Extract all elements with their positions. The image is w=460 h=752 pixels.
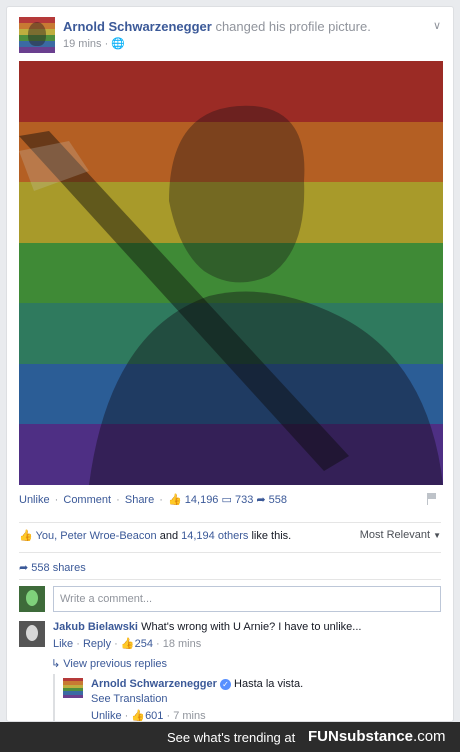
reply-arrow-icon: ↳ [51, 658, 61, 670]
comment-time[interactable]: 18 mins [163, 638, 202, 650]
comment-count: 733 [234, 494, 254, 506]
thumbs-up-icon: 👍 [120, 638, 135, 650]
shares-summary[interactable]: ➦ 558 shares [19, 552, 441, 576]
post-time[interactable]: 19 mins [63, 38, 102, 50]
comment-text: What's wrong with U Arnie? I have to unl… [141, 621, 362, 633]
view-previous-label: View previous replies [63, 658, 168, 670]
reply-time[interactable]: 7 mins [173, 710, 205, 722]
likes-and-text: and [159, 530, 179, 542]
post-headline: Arnold Schwarzenegger changed his profil… [63, 19, 371, 34]
likes-summary: 👍 You, Peter Wroe-Beacon and 14,194 othe… [19, 522, 441, 544]
share-link[interactable]: Share [125, 494, 154, 506]
comment-like-link[interactable]: Like [53, 638, 73, 650]
reply-author[interactable]: Arnold Schwarzenegger [91, 678, 217, 690]
write-comment-row [19, 579, 441, 612]
sort-label: Most Relevant [359, 529, 431, 541]
photo-silhouette [19, 105, 443, 485]
sort-dropdown[interactable]: Most Relevant ▼ [360, 529, 441, 541]
reply-item: Arnold Schwarzenegger ✓ Hasta la vista. … [53, 674, 441, 724]
comment-link[interactable]: Comment [63, 494, 111, 506]
comment-author[interactable]: Jakub Bielawski [53, 621, 138, 633]
likes-friend-link[interactable]: Peter Wroe-Beacon [60, 530, 156, 542]
like-count: 14,196 [184, 494, 219, 506]
author-avatar[interactable] [19, 17, 55, 53]
reply-body: Arnold Schwarzenegger ✓ Hasta la vista. … [91, 678, 441, 722]
caret-down-icon: ▼ [433, 531, 441, 540]
author-name[interactable]: Arnold Schwarzenegger [63, 19, 212, 34]
reply-text: Hasta la vista. [234, 678, 304, 690]
commenter-avatar[interactable] [19, 621, 45, 647]
globe-icon[interactable]: 🌐 [111, 38, 125, 50]
current-user-avatar [19, 586, 45, 612]
footer-brand-logo: FUNsubstance.com [308, 728, 446, 745]
reply-unlike-link[interactable]: Unlike [91, 710, 122, 722]
unlike-link[interactable]: Unlike [19, 494, 50, 506]
like-count-group[interactable]: 👍 14,196 [168, 494, 221, 506]
flag-icon[interactable] [427, 493, 437, 505]
chevron-down-icon[interactable]: ∨ [433, 19, 441, 32]
comment-item: Jakub Bielawski What's wrong with U Arni… [19, 621, 441, 657]
comment-actions: Like · Reply · 👍254 · 18 mins [53, 638, 202, 650]
share-arrow-icon: ➦ [256, 494, 266, 506]
reply-author-avatar[interactable] [63, 678, 83, 698]
thumbs-up-icon: 👍 [131, 710, 146, 722]
comment-body: Jakub Bielawski What's wrong with U Arni… [53, 621, 441, 650]
comment-reply-link[interactable]: Reply [83, 638, 111, 650]
verified-badge-icon: ✓ [219, 678, 231, 690]
view-previous-replies[interactable]: ↳ View previous replies [51, 657, 167, 670]
comment-count-group[interactable]: ▭ 733 [222, 494, 257, 506]
reply-actions: Unlike · 👍601 · 7 mins [91, 710, 206, 722]
share-count: 558 [268, 494, 288, 506]
comment-like-count[interactable]: 👍254 [121, 638, 153, 650]
post-meta: 19 mins · 🌐 [63, 38, 126, 50]
footer-trending-text: See what's trending at [167, 730, 296, 745]
thumbs-up-icon: 👍 [168, 494, 182, 506]
thumbs-up-icon: 👍 [19, 530, 33, 542]
speech-bubble-icon: ▭ [221, 494, 232, 506]
profile-photo[interactable] [19, 61, 443, 485]
share-count-group[interactable]: ➦ 558 [256, 494, 287, 506]
share-arrow-icon: ➦ [19, 562, 29, 574]
post-card: Arnold Schwarzenegger changed his profil… [6, 6, 454, 724]
likes-you-link[interactable]: You, [36, 530, 58, 542]
comment-input[interactable] [53, 586, 441, 612]
post-actions: Unlike · Comment · Share · 👍 14,196 ▭ 73… [19, 493, 441, 511]
post-action-text: changed his profile picture. [215, 19, 371, 34]
shares-count-text: 558 shares [31, 562, 86, 574]
likes-others-link[interactable]: 14,194 others [181, 530, 248, 542]
watermark-footer: See what's trending at FUNsubstance.com [0, 722, 460, 752]
see-translation-link[interactable]: See Translation [91, 693, 441, 705]
likes-suffix: like this. [251, 530, 292, 542]
reply-like-count[interactable]: 👍601 [131, 710, 163, 722]
post-header: Arnold Schwarzenegger changed his profil… [19, 17, 441, 57]
